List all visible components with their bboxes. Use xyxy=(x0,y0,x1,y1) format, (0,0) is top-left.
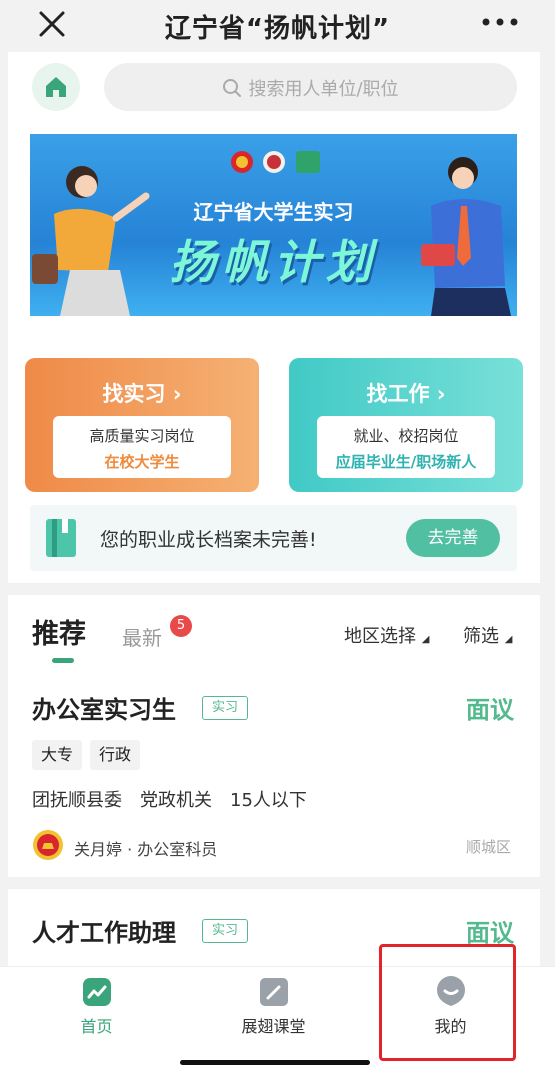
find-internship-card[interactable]: 找实习 › 高质量实习岗位 在校大学生 xyxy=(25,358,259,492)
job-divider xyxy=(0,877,555,889)
chart-icon xyxy=(83,978,111,1006)
job-type-tag: 实习 xyxy=(202,919,248,943)
banner[interactable]: 辽宁省大学生实习 扬帆计划 xyxy=(30,134,517,316)
caret-down-icon: ◢ xyxy=(504,634,513,645)
nav-label: 展翅课堂 xyxy=(241,1017,306,1036)
find-job-title: 找工作 › xyxy=(366,382,446,406)
employer-size: 15人以下 xyxy=(230,790,307,811)
banner-title: 扬帆计划 xyxy=(169,235,378,289)
job-meta: 团抚顺县委 党政机关 15人以下 xyxy=(32,786,325,812)
latest-count-badge: 5 xyxy=(170,615,192,637)
complete-profile-button[interactable]: 去完善 xyxy=(406,519,500,557)
recruiter-name: 关月婷 · 办公室科员 xyxy=(74,840,218,859)
filter-select-label: 筛选 xyxy=(463,626,499,647)
search-icon xyxy=(223,79,242,97)
nav-item-home[interactable]: 首页 xyxy=(4,967,189,1066)
job-type-tag: 实习 xyxy=(202,696,248,720)
job-district: 顺城区 xyxy=(466,838,512,856)
tab-recommend[interactable]: 推荐 xyxy=(32,612,86,651)
banner-subtitle: 辽宁省大学生实习 xyxy=(193,200,354,224)
tab-active-indicator xyxy=(52,658,74,663)
org-logo-icon xyxy=(33,830,63,860)
nav-label: 首页 xyxy=(80,1017,113,1036)
internship-desc: 高质量实习岗位 xyxy=(89,427,195,445)
filter-select[interactable]: 筛选 ◢ xyxy=(463,622,512,648)
home-indicator xyxy=(180,1060,370,1065)
employer: 团抚顺县委 xyxy=(32,790,122,811)
employer-type: 党政机关 xyxy=(140,790,212,811)
job-title[interactable]: 人才工作助理 xyxy=(32,913,176,948)
region-select[interactable]: 地区选择 ◢ xyxy=(344,622,429,648)
job-chip: 大专 xyxy=(32,740,83,770)
logo-badges xyxy=(231,151,320,173)
more-icon[interactable] xyxy=(480,12,520,32)
highlight-box xyxy=(379,944,516,1061)
home-button[interactable] xyxy=(32,63,80,111)
search-placeholder: 搜索用人单位/职位 xyxy=(248,79,399,100)
nav-item-classroom[interactable]: 展翅课堂 xyxy=(181,967,366,1066)
job-chip: 行政 xyxy=(90,740,141,770)
profile-incomplete-banner: 您的职业成长档案未完善! 去完善 xyxy=(30,505,517,571)
book-icon xyxy=(260,978,288,1006)
job-desc: 就业、校招岗位 xyxy=(353,427,459,445)
tab-latest[interactable]: 最新 xyxy=(122,622,162,651)
job-title: 办公室实习生 xyxy=(32,696,176,724)
search-bar[interactable]: 搜索用人单位/职位 xyxy=(104,63,517,111)
section-divider xyxy=(0,583,555,595)
title-bar: 辽宁省“扬帆计划” xyxy=(0,0,555,52)
page-title: 辽宁省“扬帆计划” xyxy=(164,14,391,44)
job-salary: 面议 xyxy=(466,919,514,947)
profile-message: 您的职业成长档案未完善! xyxy=(100,529,317,551)
find-internship-title: 找实习 › xyxy=(102,382,182,406)
job-info-box: 就业、校招岗位 应届毕业生/职场新人 xyxy=(317,416,495,478)
region-select-label: 地区选择 xyxy=(344,626,416,647)
find-job-card[interactable]: 找工作 › 就业、校招岗位 应届毕业生/职场新人 xyxy=(289,358,523,492)
internship-audience: 在校大学生 xyxy=(104,453,180,471)
house-icon xyxy=(46,77,66,97)
job-salary: 面议 xyxy=(466,696,514,724)
notebook-icon xyxy=(46,519,76,557)
job-audience: 应届毕业生/职场新人 xyxy=(335,453,477,471)
internship-info-box: 高质量实习岗位 在校大学生 xyxy=(53,416,231,478)
caret-down-icon: ◢ xyxy=(421,634,430,645)
